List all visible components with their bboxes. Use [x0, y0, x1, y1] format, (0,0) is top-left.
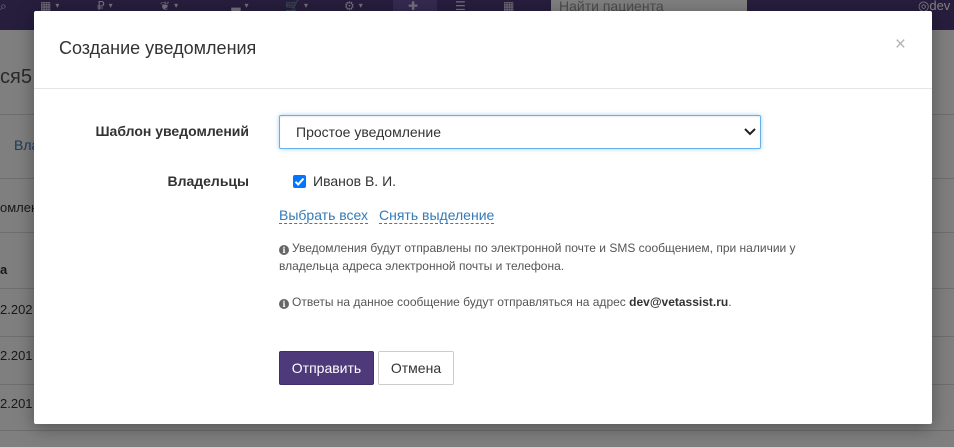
info-notice-reply: i Ответы на данное сообщение будут отправ… [279, 293, 819, 311]
cancel-button[interactable]: Отмена [378, 351, 454, 385]
select-all-link[interactable]: Выбрать всех [279, 208, 369, 224]
owners-label: Владельцы [167, 173, 249, 189]
info-text-suffix: . [728, 295, 732, 309]
notification-modal: Создание уведомления × Шаблон уведомлени… [34, 11, 932, 424]
checkmark-icon [294, 177, 305, 186]
send-button[interactable]: Отправить [279, 351, 374, 385]
reply-email: dev@vetassist.ru [629, 295, 729, 309]
info-icon: i [279, 299, 289, 309]
owner-checkbox[interactable] [293, 175, 306, 188]
template-select[interactable]: Простое уведомление [279, 115, 761, 149]
owner-name: Иванов В. И. [313, 173, 397, 189]
chevron-down-icon [744, 128, 756, 136]
deselect-link[interactable]: Снять выделение [379, 208, 495, 224]
info-icon: i [279, 245, 289, 255]
template-label: Шаблон уведомлений [95, 123, 249, 139]
info-notice-delivery: i Уведомления будут отправлены по электро… [279, 239, 819, 275]
info-text: Ответы на данное сообщение будут отправл… [292, 295, 626, 309]
modal-title: Создание уведомления [59, 38, 257, 58]
modal-header: Создание уведомления × [34, 11, 932, 89]
close-icon[interactable]: × [895, 35, 906, 55]
template-select-value: Простое уведомление [296, 124, 441, 140]
info-text: Уведомления будут отправлены по электрон… [279, 241, 796, 273]
